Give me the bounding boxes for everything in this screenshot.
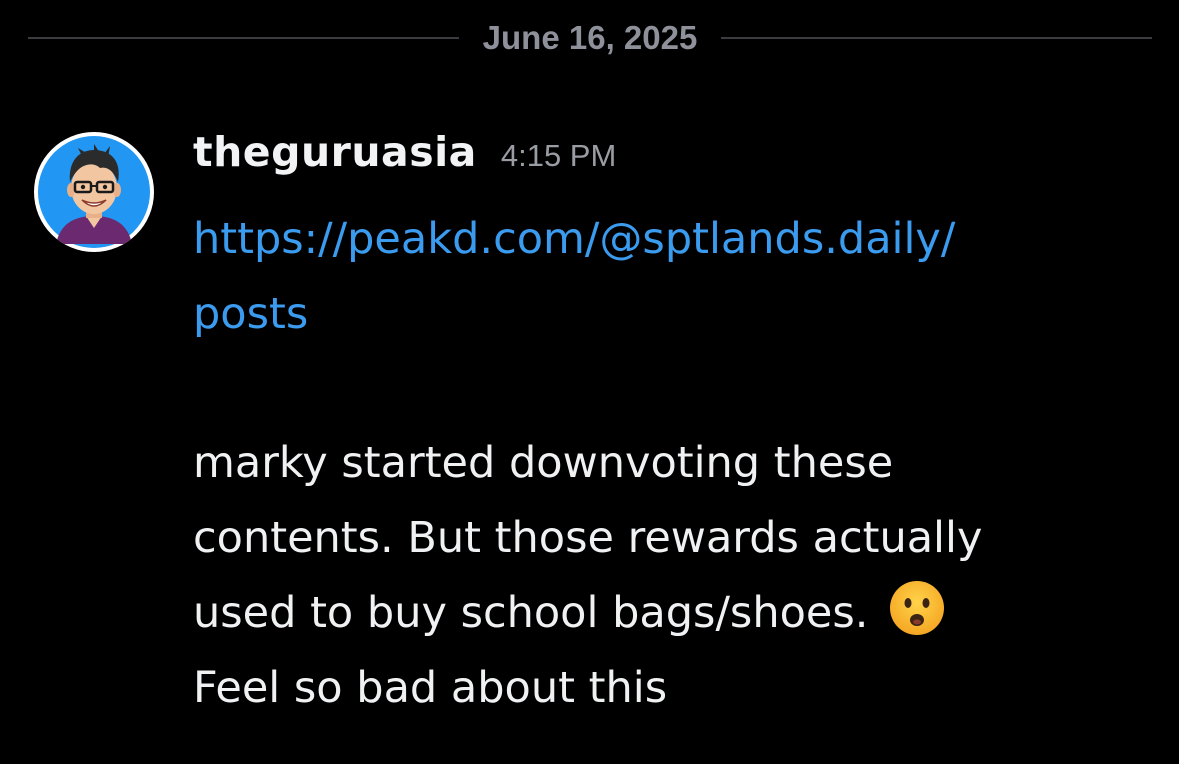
message-link[interactable]: https://peakd.com/@sptlands.daily/ posts [193, 202, 1093, 352]
date-divider: June 16, 2025 [28, 18, 1152, 58]
message-text-line-3: used to buy school bags/shoes. [193, 588, 869, 638]
message-link-part-1: https://peakd.com/@sptlands.daily/ [193, 214, 956, 264]
message-text-line-1: marky started downvoting these [193, 438, 894, 488]
username[interactable]: theguruasia [193, 128, 477, 176]
message-text-line-2: contents. But those rewards actually [193, 513, 983, 563]
date-divider-label: June 16, 2025 [482, 19, 698, 56]
frowning-face-with-open-mouth-icon [888, 579, 946, 637]
divider-line-left [28, 37, 459, 39]
message-body: theguruasia 4:15 PM https://peakd.com/@s… [193, 128, 1113, 726]
divider-line-right [721, 37, 1152, 39]
avatar-illustration [38, 136, 150, 248]
message-link-part-2: posts [193, 289, 309, 339]
avatar[interactable] [34, 132, 154, 252]
message-text-line-4: Feel so bad about this [193, 663, 668, 713]
message-header: theguruasia 4:15 PM [193, 128, 1113, 192]
message-timestamp: 4:15 PM [500, 138, 617, 173]
message-text: marky started downvoting these contents.… [193, 426, 1093, 726]
